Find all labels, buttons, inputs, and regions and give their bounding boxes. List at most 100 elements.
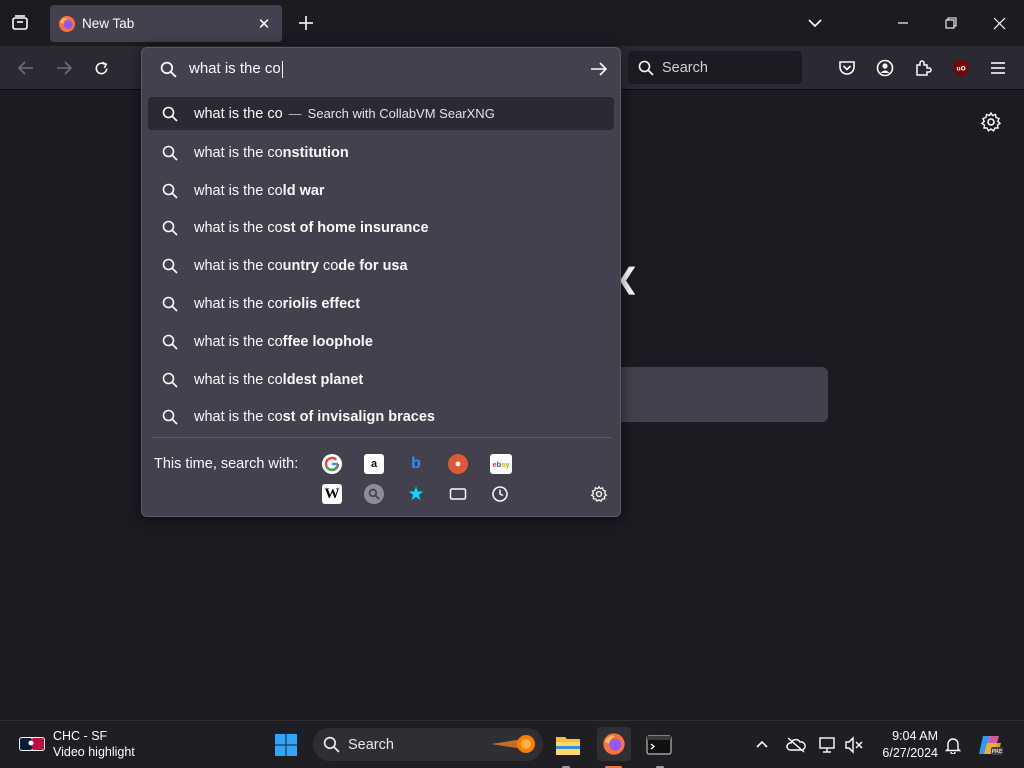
widget-title: CHC - SF — [53, 729, 108, 743]
ublock-origin-icon: uO — [954, 60, 968, 76]
go-arrow-icon[interactable] — [588, 58, 610, 80]
suggestion-typed: what is the co — [194, 144, 283, 161]
widget-subtitle: Video highlight — [53, 745, 135, 759]
google-icon[interactable] — [322, 454, 342, 474]
search-suggestion-row[interactable]: what is the cost of home insurance — [148, 210, 614, 248]
new-tab-button[interactable] — [294, 11, 318, 35]
search-icon — [160, 181, 180, 201]
search-suggestion-row[interactable]: what is the cold war — [148, 172, 614, 210]
tab-new-tab[interactable]: New Tab ✕ — [50, 5, 282, 42]
windows-taskbar: CHC - SF Video highlight Search 9:04 AM … — [0, 720, 1024, 768]
firefox-taskbar-button[interactable] — [597, 727, 631, 761]
bing-icon[interactable]: b — [406, 454, 426, 474]
restore-button[interactable] — [936, 8, 966, 38]
menu-button[interactable] — [986, 56, 1010, 80]
suggestion-text: what is the cost of home insurance — [194, 220, 429, 236]
extensions-button[interactable] — [911, 56, 935, 80]
suggestion-completion: st of invisalign braces — [282, 409, 435, 426]
restore-icon — [945, 17, 957, 29]
search-icon — [160, 294, 180, 314]
search-suggestions: what is the constitution what is the cold… — [148, 134, 614, 436]
tab-close-icon[interactable]: ✕ — [254, 14, 274, 34]
wikipedia-icon[interactable]: W — [322, 484, 342, 504]
search-icon — [323, 736, 340, 753]
suggestion-typed: what is the co — [194, 296, 283, 313]
search-suggestion-row[interactable]: what is the coffee loophole — [148, 323, 614, 361]
heuristic-search-row[interactable]: what is the co — Search with CollabVM Se… — [148, 97, 614, 130]
widget-text[interactable]: CHC - SF Video highlight — [53, 728, 135, 760]
minimize-button[interactable] — [888, 8, 918, 38]
pocket-button[interactable] — [835, 56, 859, 80]
suggestion-typed: what is the co — [194, 333, 283, 350]
close-icon — [993, 17, 1005, 29]
search-suggestion-row[interactable]: what is the coldest planet — [148, 361, 614, 399]
suggestion-text: what is the cost of invisalign braces — [194, 409, 435, 425]
suggestion-text: what is the coriolis effect — [194, 296, 360, 312]
suggestion-completion: ffee loophole — [282, 333, 373, 350]
taskbar-search[interactable]: Search — [313, 728, 543, 761]
search-suggestion-row[interactable]: what is the cost of invisalign braces — [148, 399, 614, 437]
widgets-button[interactable] — [18, 730, 46, 758]
search-settings-gear-icon[interactable] — [589, 484, 609, 504]
terminal-button[interactable] — [643, 729, 675, 761]
suggestion-text: what is the cold war — [194, 183, 325, 199]
copilot-button[interactable]: PRE — [974, 729, 1006, 761]
onedrive-button[interactable] — [780, 729, 812, 761]
amazon-icon[interactable]: a — [364, 454, 384, 474]
close-window-button[interactable] — [984, 8, 1014, 38]
suggestion-typed: co — [318, 258, 339, 275]
forward-button[interactable] — [52, 56, 76, 80]
cloud-off-icon — [786, 737, 806, 753]
network-icon — [819, 737, 835, 753]
list-all-tabs-button[interactable] — [800, 8, 830, 38]
search-icon — [160, 61, 177, 78]
ebay-icon[interactable]: ebay — [490, 454, 512, 474]
notifications-button[interactable] — [937, 729, 969, 761]
urlbar-input[interactable]: what is the co — [142, 48, 620, 90]
file-explorer-button[interactable] — [552, 729, 584, 761]
gear-icon — [980, 111, 1002, 132]
one-off-label: This time, search with: — [154, 456, 299, 472]
suggestion-text: what is the constitution — [194, 145, 349, 161]
history-clock-icon[interactable] — [490, 484, 510, 504]
start-button[interactable] — [270, 729, 302, 761]
search-bar-placeholder: Search — [662, 59, 708, 76]
search-suggestion-row[interactable]: what is the coriolis effect — [148, 285, 614, 323]
taskbar-clock[interactable]: 9:04 AM 6/27/2024 — [874, 728, 938, 762]
text-caret — [281, 60, 283, 78]
heuristic-separator: — — [288, 106, 302, 121]
reload-button[interactable] — [89, 56, 113, 80]
search-suggestion-row[interactable]: what is the country code for usa — [148, 247, 614, 285]
search-icon — [160, 332, 180, 352]
bookmarks-star-icon[interactable]: ★ — [406, 484, 426, 505]
search-bar[interactable]: Search — [628, 51, 802, 84]
search-icon — [160, 256, 180, 276]
suggestion-completion: de for usa — [338, 258, 408, 275]
suggestion-completion: untry — [282, 258, 319, 275]
tabs-icon[interactable] — [448, 484, 468, 504]
new-tab-settings-button[interactable] — [980, 111, 1002, 133]
clock-date: 6/27/2024 — [882, 746, 938, 760]
bell-icon — [944, 738, 962, 754]
searxng-icon[interactable] — [364, 484, 384, 504]
heuristic-action: Search with CollabVM SearXNG — [307, 106, 495, 121]
back-button[interactable] — [14, 56, 38, 80]
search-icon — [160, 370, 180, 390]
suggestion-typed: what is the co — [194, 220, 283, 237]
search-suggestion-row[interactable]: what is the constitution — [148, 134, 614, 172]
newtab-search-field[interactable] — [600, 367, 828, 422]
tab-strip: New Tab ✕ — [0, 0, 1024, 46]
search-icon — [638, 60, 654, 76]
show-hidden-icons-button[interactable] — [746, 729, 778, 761]
account-button[interactable] — [873, 56, 897, 80]
ublock-origin-button[interactable]: uO — [949, 56, 973, 80]
duckduckgo-icon[interactable]: ● — [448, 454, 468, 474]
suggestion-text: what is the country code for usa — [194, 258, 408, 274]
suggestion-completion: ld war — [282, 182, 325, 199]
volume-button[interactable] — [838, 729, 870, 761]
copilot-icon: PRE — [979, 736, 1003, 755]
taskbar-search-label: Search — [348, 736, 394, 753]
suggestion-completion: nstitution — [282, 144, 349, 161]
firefox-view-button[interactable] — [8, 11, 32, 35]
search-highlight-comet-icon — [491, 735, 535, 753]
